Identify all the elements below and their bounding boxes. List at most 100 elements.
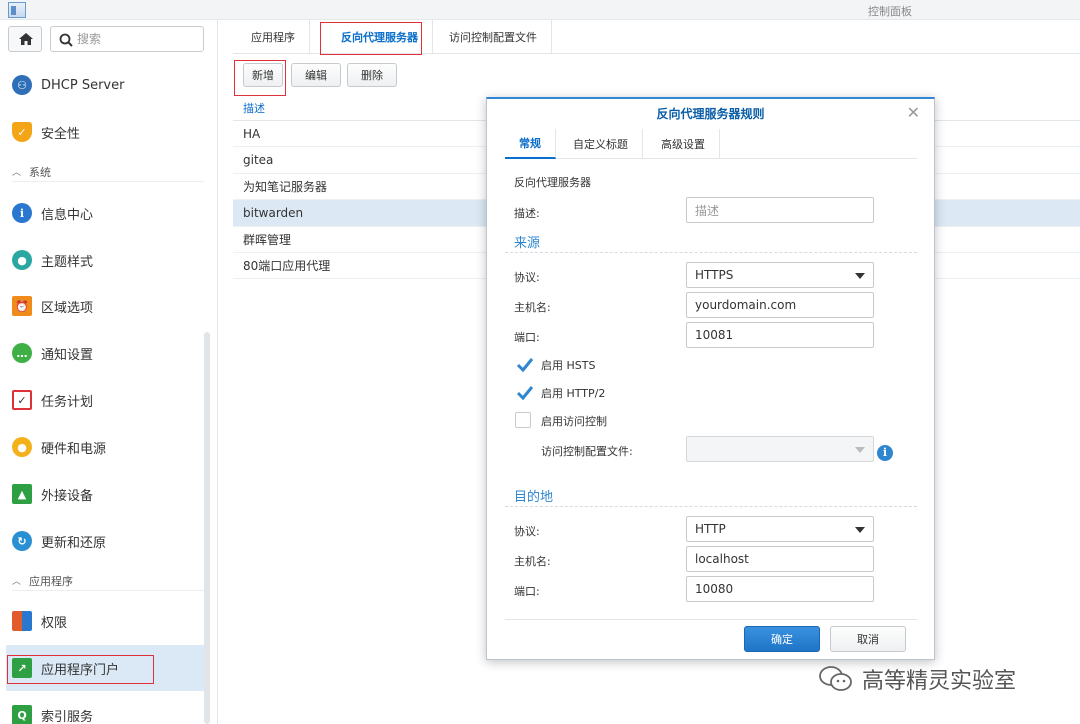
- window-titlebar: 控制面板: [0, 0, 1080, 20]
- window-title: 控制面板: [868, 5, 912, 18]
- sidebar-item-label: 通知设置: [41, 347, 94, 363]
- sidebar-item-regional[interactable]: ⏰ 区域选项: [12, 291, 204, 321]
- home-icon: [19, 33, 33, 45]
- tab-custom-header[interactable]: 自定义标题: [559, 129, 643, 159]
- control-panel-app-icon: [8, 2, 26, 18]
- sidebar-item-label: 外接设备: [41, 488, 94, 504]
- highlight-box: [320, 22, 422, 55]
- wechat-logo-icon: [819, 666, 852, 691]
- palette-icon: ●: [12, 250, 32, 270]
- bulb-icon: ●: [12, 437, 32, 457]
- dialog-tab-bar: 常规 自定义标题 高级设置: [505, 129, 917, 159]
- info-icon[interactable]: i: [877, 445, 893, 461]
- source-hostname-label: 主机名:: [514, 301, 551, 314]
- checkmark-icon: [516, 386, 534, 401]
- calendar-check-icon: ✓: [12, 390, 32, 410]
- hsts-checkbox[interactable]: [515, 356, 534, 373]
- search-box[interactable]: [50, 26, 204, 52]
- tab-access-control-profiles[interactable]: 访问控制配置文件: [435, 20, 552, 54]
- sidebar-item-label: 安全性: [41, 126, 81, 142]
- dest-port-field[interactable]: 10080: [686, 576, 874, 602]
- sidebar-item-label: 更新和还原: [41, 535, 107, 551]
- access-control-checkbox[interactable]: [515, 412, 531, 428]
- chat-icon: …: [12, 343, 32, 363]
- sidebar-item-task-scheduler[interactable]: ✓ 任务计划: [12, 385, 204, 415]
- ok-button[interactable]: 确定: [744, 626, 820, 652]
- permission-icon: [12, 611, 32, 631]
- external-device-icon: ▲: [12, 484, 32, 504]
- source-hostname-field[interactable]: yourdomain.com: [686, 292, 874, 318]
- sidebar-item-dhcp-server[interactable]: ⚇ DHCP Server: [12, 70, 204, 100]
- search-icon: [59, 33, 73, 47]
- sidebar-item-label: DHCP Server: [41, 77, 125, 93]
- watermark-text: 高等精灵实验室: [862, 669, 1017, 694]
- sidebar-section-system[interactable]: ︿ 系统: [12, 162, 204, 182]
- sidebar-item-hardware-power[interactable]: ● 硬件和电源: [12, 432, 204, 462]
- chevron-down-icon: [855, 527, 865, 533]
- dhcp-icon: ⚇: [12, 75, 32, 95]
- sidebar-item-label: 权限: [41, 615, 68, 631]
- sidebar-item-label: 信息中心: [41, 207, 94, 223]
- source-protocol-select[interactable]: HTTPS: [686, 262, 874, 288]
- highlight-box: [7, 655, 154, 684]
- description-field[interactable]: 描述: [686, 197, 874, 223]
- access-profile-label: 访问控制配置文件:: [541, 445, 633, 458]
- http2-checkbox[interactable]: [515, 384, 534, 401]
- close-icon[interactable]: ✕: [907, 103, 920, 122]
- sidebar-item-label: 索引服务: [41, 709, 94, 724]
- tab-general[interactable]: 常规: [505, 129, 556, 159]
- destination-heading: 目的地: [514, 490, 554, 505]
- refresh-icon: ↻: [12, 531, 32, 551]
- sidebar-section-label: 系统: [29, 165, 52, 179]
- tab-advanced[interactable]: 高级设置: [647, 129, 720, 159]
- access-profile-select: [686, 436, 874, 462]
- sidebar-item-update-restore[interactable]: ↻ 更新和还原: [12, 526, 204, 556]
- sidebar-item-label: 硬件和电源: [41, 441, 107, 457]
- sidebar-item-label: 主题样式: [41, 254, 94, 270]
- sidebar-item-label: 任务计划: [41, 394, 94, 410]
- index-icon: Q: [12, 705, 32, 724]
- dest-protocol-select[interactable]: HTTP: [686, 516, 874, 542]
- dialog-footer-divider: [505, 619, 917, 620]
- chevron-down-icon: [855, 273, 865, 279]
- source-heading: 来源: [514, 236, 541, 251]
- sidebar-item-external-devices[interactable]: ▲ 外接设备: [12, 479, 204, 509]
- divider: [505, 506, 917, 507]
- source-protocol-value: HTTPS: [695, 268, 734, 282]
- access-control-label: 启用访问控制: [541, 415, 607, 428]
- dest-hostname-label: 主机名:: [514, 555, 551, 568]
- source-port-field[interactable]: 10081: [686, 322, 874, 348]
- sidebar-item-index-service[interactable]: Q 索引服务: [12, 700, 204, 724]
- watermark: 高等精灵实验室: [818, 663, 1016, 695]
- edit-button[interactable]: 编辑: [291, 63, 341, 87]
- dest-protocol-label: 协议:: [514, 525, 540, 538]
- search-input[interactable]: [77, 30, 197, 48]
- tab-applications[interactable]: 应用程序: [237, 20, 310, 54]
- dialog-title: 反向代理服务器规则: [656, 107, 765, 121]
- sidebar-item-permissions[interactable]: 权限: [12, 606, 204, 636]
- http2-label: 启用 HTTP/2: [541, 387, 606, 400]
- shield-icon: ✓: [12, 122, 32, 142]
- source-port-label: 端口:: [514, 331, 540, 344]
- sidebar-item-label: 区域选项: [41, 300, 94, 316]
- info-icon: i: [12, 203, 32, 223]
- sidebar-item-notification[interactable]: … 通知设置: [12, 338, 204, 368]
- description-label: 描述:: [514, 207, 540, 220]
- dest-protocol-value: HTTP: [695, 522, 726, 536]
- sidebar-scrollbar[interactable]: [204, 332, 210, 724]
- sidebar-item-theme[interactable]: ● 主题样式: [12, 245, 204, 275]
- delete-button[interactable]: 删除: [347, 63, 397, 87]
- sidebar-section-apps[interactable]: ︿ 应用程序: [12, 571, 204, 591]
- sidebar-item-security[interactable]: ✓ 安全性: [12, 117, 204, 147]
- hsts-label: 启用 HSTS: [541, 359, 596, 372]
- cancel-button[interactable]: 取消: [830, 626, 906, 652]
- divider: [505, 252, 917, 253]
- sidebar-item-info-center[interactable]: i 信息中心: [12, 198, 204, 228]
- source-protocol-label: 协议:: [514, 271, 540, 284]
- dest-port-label: 端口:: [514, 585, 540, 598]
- regional-icon: ⏰: [12, 296, 32, 316]
- home-button[interactable]: [8, 26, 42, 52]
- highlight-box: [234, 60, 286, 96]
- checkmark-icon: [516, 358, 534, 373]
- dest-hostname-field[interactable]: localhost: [686, 546, 874, 572]
